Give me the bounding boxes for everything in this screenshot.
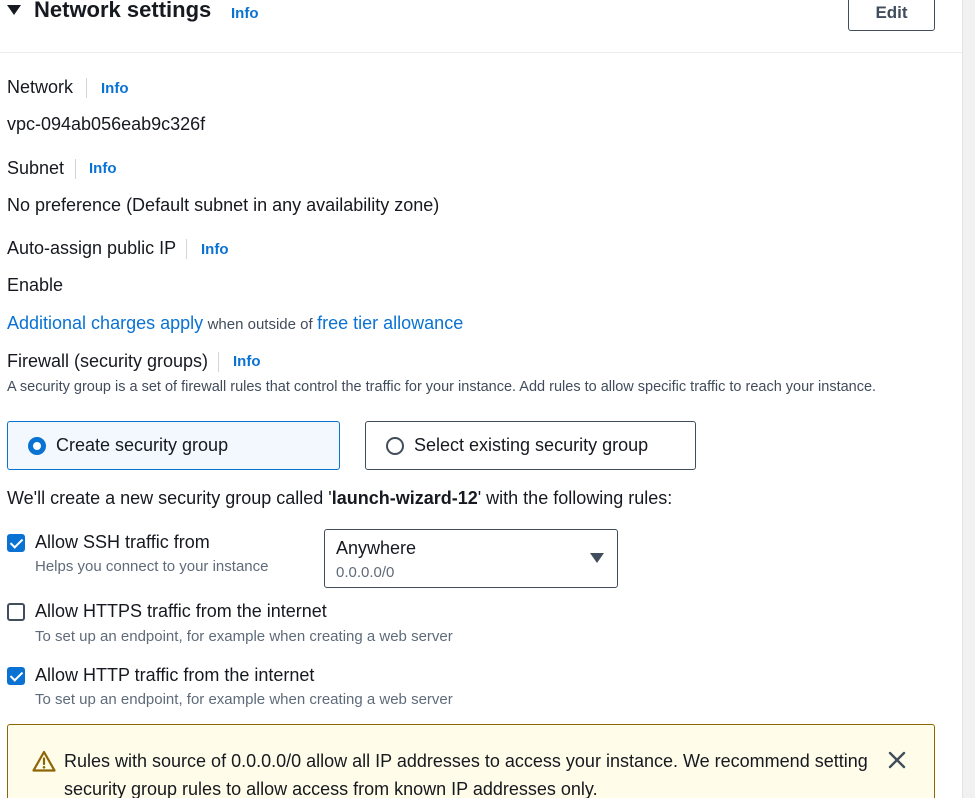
https-rule-label: Allow HTTPS traffic from the internet [35, 601, 327, 621]
ssh-source-cidr: 0.0.0.0/0 [336, 564, 395, 581]
divider [75, 159, 76, 179]
http-rule-label: Allow HTTP traffic from the internet [35, 665, 315, 685]
select-existing-security-group-option[interactable]: Select existing security group [365, 421, 696, 470]
warning-triangle-icon [32, 750, 56, 772]
close-icon[interactable] [886, 749, 908, 771]
network-settings-header: Network settings Info Edit [0, 0, 962, 53]
section-title: Network settings [34, 0, 212, 22]
header-info-link[interactable]: Info [231, 5, 259, 22]
firewall-info-link[interactable]: Info [233, 353, 261, 370]
warning-alert: Rules with source of 0.0.0.0/0 allow all… [7, 724, 935, 798]
ssh-source-select[interactable]: Anywhere 0.0.0.0/0 [324, 529, 618, 588]
network-value: vpc-094ab056eab9c326f [7, 114, 206, 134]
additional-charges-link[interactable]: Additional charges apply [7, 313, 203, 333]
network-info-link[interactable]: Info [101, 80, 129, 97]
https-rule-help: To set up an endpoint, for example when … [35, 628, 453, 645]
https-checkbox[interactable] [7, 603, 25, 621]
security-group-message: We'll create a new security group called… [7, 488, 672, 509]
ssh-source-value: Anywhere [336, 538, 417, 558]
select-existing-security-group-label: Select existing security group [414, 435, 649, 455]
http-rule-help: To set up an endpoint, for example when … [35, 691, 453, 708]
subnet-info-link[interactable]: Info [89, 160, 117, 177]
radio-unselected[interactable] [386, 437, 404, 455]
divider [86, 78, 87, 98]
warning-text: Rules with source of 0.0.0.0/0 allow all… [64, 751, 868, 798]
divider [218, 352, 219, 372]
caret-down-icon[interactable] [7, 5, 21, 15]
security-group-name: launch-wizard-12 [331, 488, 478, 508]
public-ip-label: Auto-assign public IP [7, 238, 177, 258]
charges-middle-text: when outside of [207, 316, 313, 333]
charges-note: Additional charges apply when outside of… [7, 313, 463, 334]
scrollbar[interactable] [962, 0, 975, 798]
sg-message-after: ' with the following rules: [477, 488, 673, 508]
subnet-value: No preference (Default subnet in any ava… [7, 195, 440, 215]
firewall-label: Firewall (security groups) [7, 351, 209, 371]
ssh-rule-label: Allow SSH traffic from [35, 532, 210, 552]
sg-message-before: We'll create a new security group called… [7, 488, 332, 508]
create-security-group-label: Create security group [56, 435, 229, 455]
divider [186, 239, 187, 259]
free-tier-link[interactable]: free tier allowance [317, 313, 463, 333]
ssh-checkbox[interactable] [7, 534, 25, 552]
network-label: Network [7, 77, 74, 97]
edit-button[interactable]: Edit [848, 0, 935, 31]
caret-down-icon [590, 553, 604, 563]
public-ip-info-link[interactable]: Info [201, 241, 229, 258]
subnet-label: Subnet [7, 158, 65, 178]
radio-selected[interactable] [28, 437, 46, 455]
create-security-group-option[interactable]: Create security group [7, 421, 340, 470]
firewall-description: A security group is a set of firewall ru… [7, 379, 877, 395]
public-ip-value: Enable [7, 275, 64, 295]
http-checkbox[interactable] [7, 667, 25, 685]
ssh-rule-help: Helps you connect to your instance [35, 558, 269, 575]
